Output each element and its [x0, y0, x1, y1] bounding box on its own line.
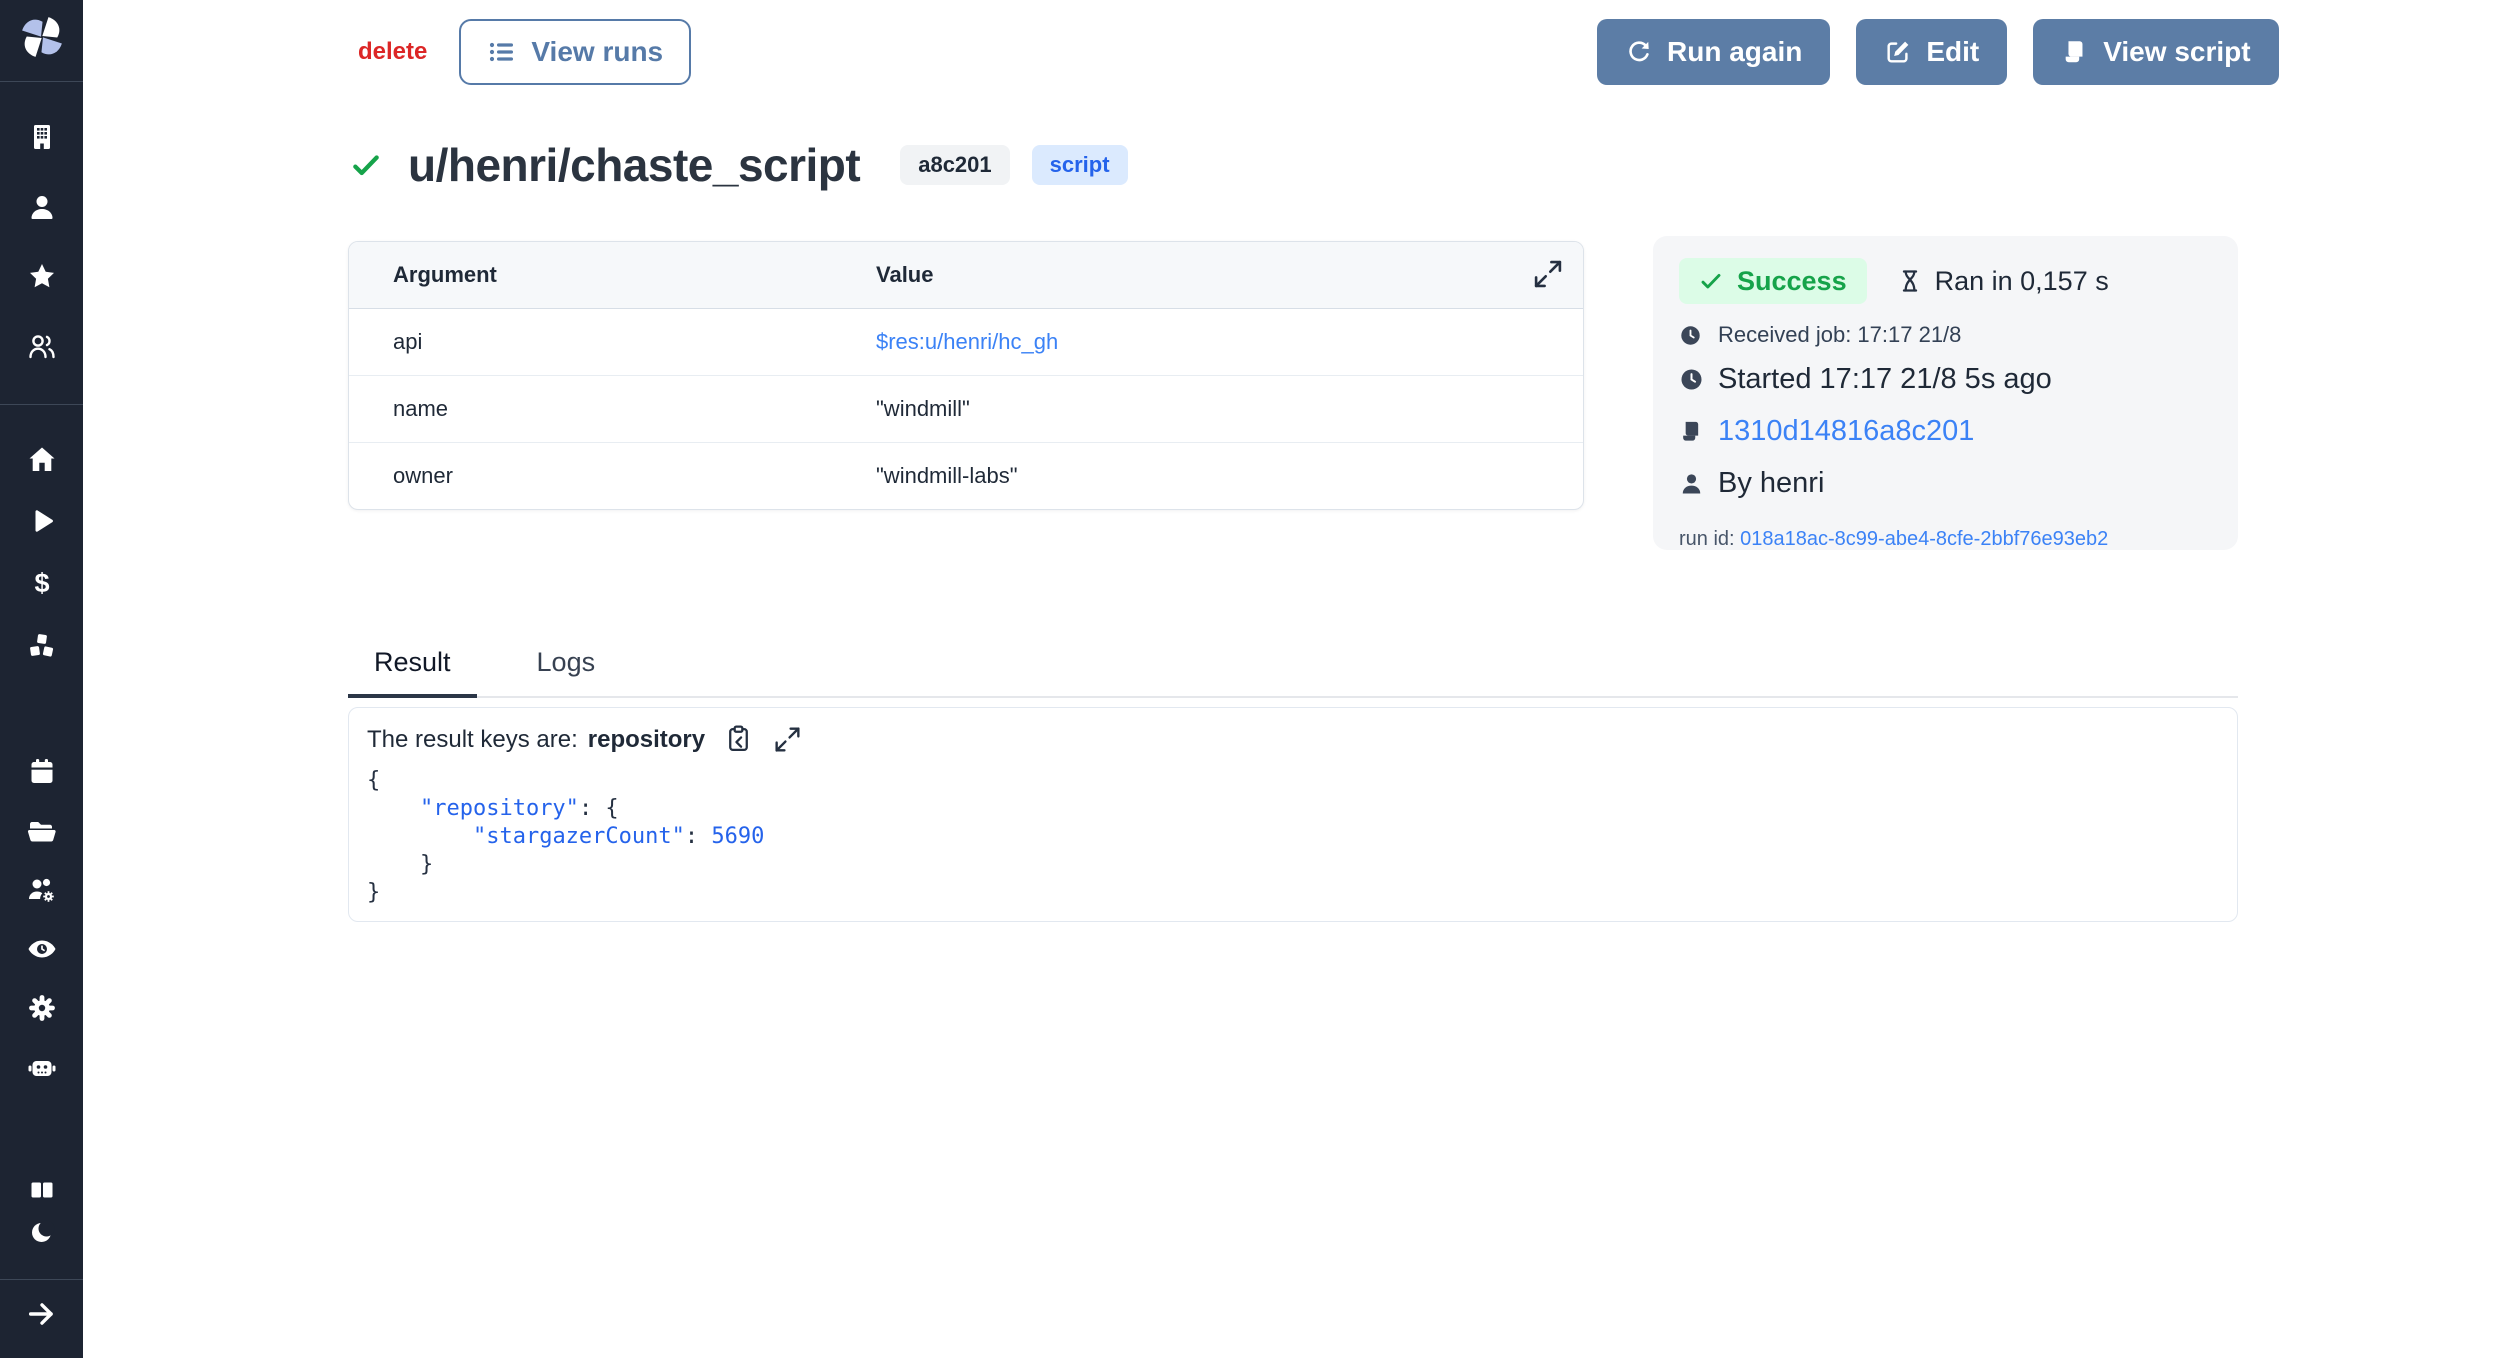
windmill-logo-icon[interactable]: [19, 14, 65, 60]
expand-icon[interactable]: [772, 724, 803, 755]
job-hash-row: 1310d14816a8c201: [1679, 410, 2212, 452]
app-root: $: [0, 0, 2500, 1358]
status-label: Success: [1737, 266, 1847, 297]
table-row: owner"windmill-labs": [349, 443, 1583, 510]
clock-icon: [1679, 367, 1704, 392]
sidebar-divider: [0, 404, 83, 405]
success-check-icon: [350, 149, 382, 181]
run-again-label: Run again: [1667, 36, 1802, 68]
result-keys: repository: [588, 726, 705, 754]
workers-robot-icon[interactable]: [27, 1053, 57, 1083]
arg-value: "windmill": [876, 396, 970, 421]
collapse-arrow-right-icon[interactable]: [25, 1297, 59, 1331]
scroll-icon: [1679, 419, 1704, 444]
args-table-body: api$res:u/henri/hc_ghname"windmill"owner…: [349, 309, 1583, 510]
arg-name-cell: owner: [349, 443, 876, 510]
code-line: "stargazerCount": 5690: [367, 823, 2237, 851]
kind-badge: script: [1032, 145, 1128, 185]
table-row: api$res:u/henri/hc_gh: [349, 309, 1583, 376]
resource-link[interactable]: $res:u/henri/hc_gh: [876, 329, 1058, 354]
run-info-panel: Success Ran in 0,157 s Received job: 17:…: [1653, 236, 2238, 550]
arg-value-cell: "windmill-labs": [876, 443, 1583, 510]
edit-label: Edit: [1926, 36, 1979, 68]
arg-value: "windmill-labs": [876, 463, 1018, 488]
expand-icon[interactable]: [1531, 257, 1565, 291]
view-runs-button[interactable]: View runs: [459, 19, 691, 85]
delete-link[interactable]: delete: [358, 38, 427, 66]
result-meta: The result keys are: repository: [367, 724, 2237, 755]
dark-mode-moon-icon[interactable]: [27, 1217, 57, 1247]
tabs: Result Logs: [348, 641, 2238, 698]
result-json: { "repository": { "stargazerCount": 5690…: [367, 767, 2237, 907]
run-id-label: run id:: [1679, 528, 1735, 550]
sidebar: $: [0, 0, 83, 1358]
variables-dollar-icon[interactable]: $: [27, 568, 57, 598]
code-line: }: [367, 879, 2237, 907]
edit-pencil-icon: [1884, 38, 1912, 66]
audit-eye-icon[interactable]: [27, 934, 57, 964]
started-row: Started 17:17 21/8 5s ago: [1679, 358, 2212, 400]
view-runs-label: View runs: [531, 36, 663, 68]
refresh-icon: [1625, 38, 1653, 66]
arg-value-cell: $res:u/henri/hc_gh: [876, 309, 1583, 376]
table-row: name"windmill": [349, 376, 1583, 443]
home-icon[interactable]: [27, 444, 57, 474]
folder-icon[interactable]: [27, 816, 57, 846]
args-table: Argument Value api$res:u/henri/hc_ghname…: [348, 241, 1584, 510]
code-line: "repository": {: [367, 795, 2237, 823]
duration: Ran in 0,157 s: [1897, 266, 2109, 297]
user-icon[interactable]: [27, 192, 57, 222]
hourglass-icon: [1897, 268, 1923, 294]
result-keys-prefix: The result keys are:: [367, 726, 578, 754]
workspace-building-icon[interactable]: [27, 122, 57, 152]
title-row: u/henri/chaste_script a8c201 script: [350, 138, 1128, 192]
received-label: Received job: 17:17 21/8: [1718, 322, 1961, 348]
groups-users-gear-icon[interactable]: [27, 875, 57, 905]
args-header-argument: Argument: [349, 242, 876, 309]
toolbar-left: delete View runs: [358, 19, 691, 85]
result-box: The result keys are: repository { "repos…: [348, 707, 2238, 922]
docs-book-icon[interactable]: [27, 1175, 57, 1205]
settings-gear-icon[interactable]: [27, 993, 57, 1023]
arg-name-cell: api: [349, 309, 876, 376]
duration-label: Ran in 0,157 s: [1935, 266, 2109, 297]
author-row: By henri: [1679, 462, 2212, 504]
page-title: u/henri/chaste_script: [408, 138, 860, 192]
view-script-button[interactable]: View script: [2033, 19, 2278, 85]
check-icon: [1699, 269, 1723, 293]
started-label: Started 17:17 21/8 5s ago: [1718, 363, 2052, 396]
job-hash-link[interactable]: 1310d14816a8c201: [1718, 415, 1974, 448]
run-id-link[interactable]: 018a18ac-8c99-abe4-8cfe-2bbf76e93eb2: [1740, 528, 2108, 550]
arg-name-cell: name: [349, 376, 876, 443]
clock-icon: [1679, 324, 1702, 347]
edit-button[interactable]: Edit: [1856, 19, 2007, 85]
tab-logs[interactable]: Logs: [511, 641, 622, 698]
hash-badge: a8c201: [900, 145, 1009, 185]
sidebar-divider: [0, 1279, 83, 1280]
code-line: {: [367, 767, 2237, 795]
person-icon: [1679, 471, 1704, 496]
run-id-row: run id: 018a18ac-8c99-abe4-8cfe-2bbf76e9…: [1679, 528, 2212, 551]
view-script-label: View script: [2103, 36, 2250, 68]
resources-cubes-icon[interactable]: [27, 632, 57, 662]
status-badge: Success: [1679, 258, 1867, 304]
received-row: Received job: 17:17 21/8: [1679, 322, 2212, 348]
list-icon: [487, 37, 517, 67]
code-line: }: [367, 851, 2237, 879]
tab-result[interactable]: Result: [348, 641, 477, 698]
users-icon[interactable]: [27, 331, 57, 361]
star-icon[interactable]: [27, 262, 57, 292]
sidebar-divider: [0, 81, 83, 82]
runs-play-icon[interactable]: [27, 506, 57, 536]
scroll-icon: [2061, 38, 2089, 66]
run-again-button[interactable]: Run again: [1597, 19, 1830, 85]
args-header-value: Value: [876, 242, 1583, 309]
arg-value-cell: "windmill": [876, 376, 1583, 443]
svg-text:$: $: [34, 568, 49, 598]
author-label: By henri: [1718, 467, 1824, 500]
schedules-calendar-icon[interactable]: [27, 757, 57, 787]
toolbar-right: Run again Edit View script: [1597, 19, 2279, 85]
copy-clipboard-icon[interactable]: [723, 724, 754, 755]
